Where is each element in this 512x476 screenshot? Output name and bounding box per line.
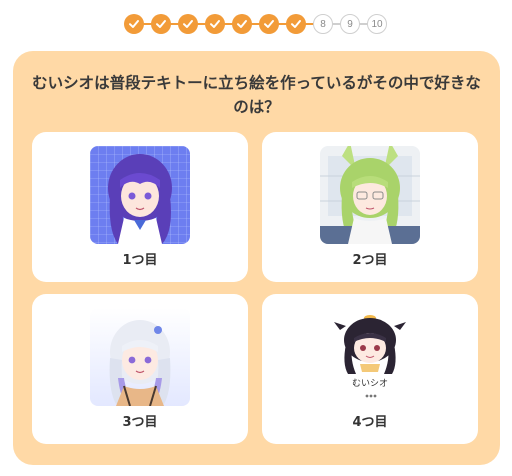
progress-step-7 xyxy=(286,14,306,34)
check-icon xyxy=(291,20,301,28)
progress-step-5 xyxy=(232,14,252,34)
green-hair-cat-ear-girl-portrait xyxy=(320,146,420,244)
check-icon xyxy=(129,20,139,28)
silver-hair-girl-portrait xyxy=(90,308,190,406)
chibi-black-hair-girl-with-logo: むいシオ xyxy=(320,308,420,406)
answer-option-3[interactable]: 3つ目 xyxy=(32,294,248,444)
check-icon xyxy=(183,20,193,28)
quiz-panel: むいシオは普段テキトーに立ち絵を作っているがその中で好きなのは？ 1つ目 2つ目… xyxy=(13,51,500,465)
progress-step-8: 8 xyxy=(313,14,333,34)
progress-step-3 xyxy=(178,14,198,34)
check-icon xyxy=(264,20,274,28)
quiz-progress: 8 9 10 xyxy=(0,11,512,37)
progress-step-6 xyxy=(259,14,279,34)
answer-option-1[interactable]: 1つ目 xyxy=(32,132,248,282)
option-label: 2つ目 xyxy=(352,253,388,268)
option-label: 4つ目 xyxy=(352,415,388,430)
option-label: 1つ目 xyxy=(122,253,158,268)
progress-step-9: 9 xyxy=(340,14,360,34)
answer-option-4[interactable]: むいシオ 4つ目 xyxy=(262,294,478,444)
purple-hair-girl-portrait xyxy=(90,146,190,244)
answer-option-2[interactable]: 2つ目 xyxy=(262,132,478,282)
progress-step-1 xyxy=(124,14,144,34)
svg-text:むいシオ: むいシオ xyxy=(352,378,388,389)
option-label: 3つ目 xyxy=(122,415,158,430)
question-text: むいシオは普段テキトーに立ち絵を作っているがその中で好きなのは？ xyxy=(32,74,481,116)
check-icon xyxy=(237,20,247,28)
progress-step-4 xyxy=(205,14,225,34)
check-icon xyxy=(210,20,220,28)
progress-step-2 xyxy=(151,14,171,34)
check-icon xyxy=(156,20,166,28)
progress-step-10: 10 xyxy=(367,14,387,34)
